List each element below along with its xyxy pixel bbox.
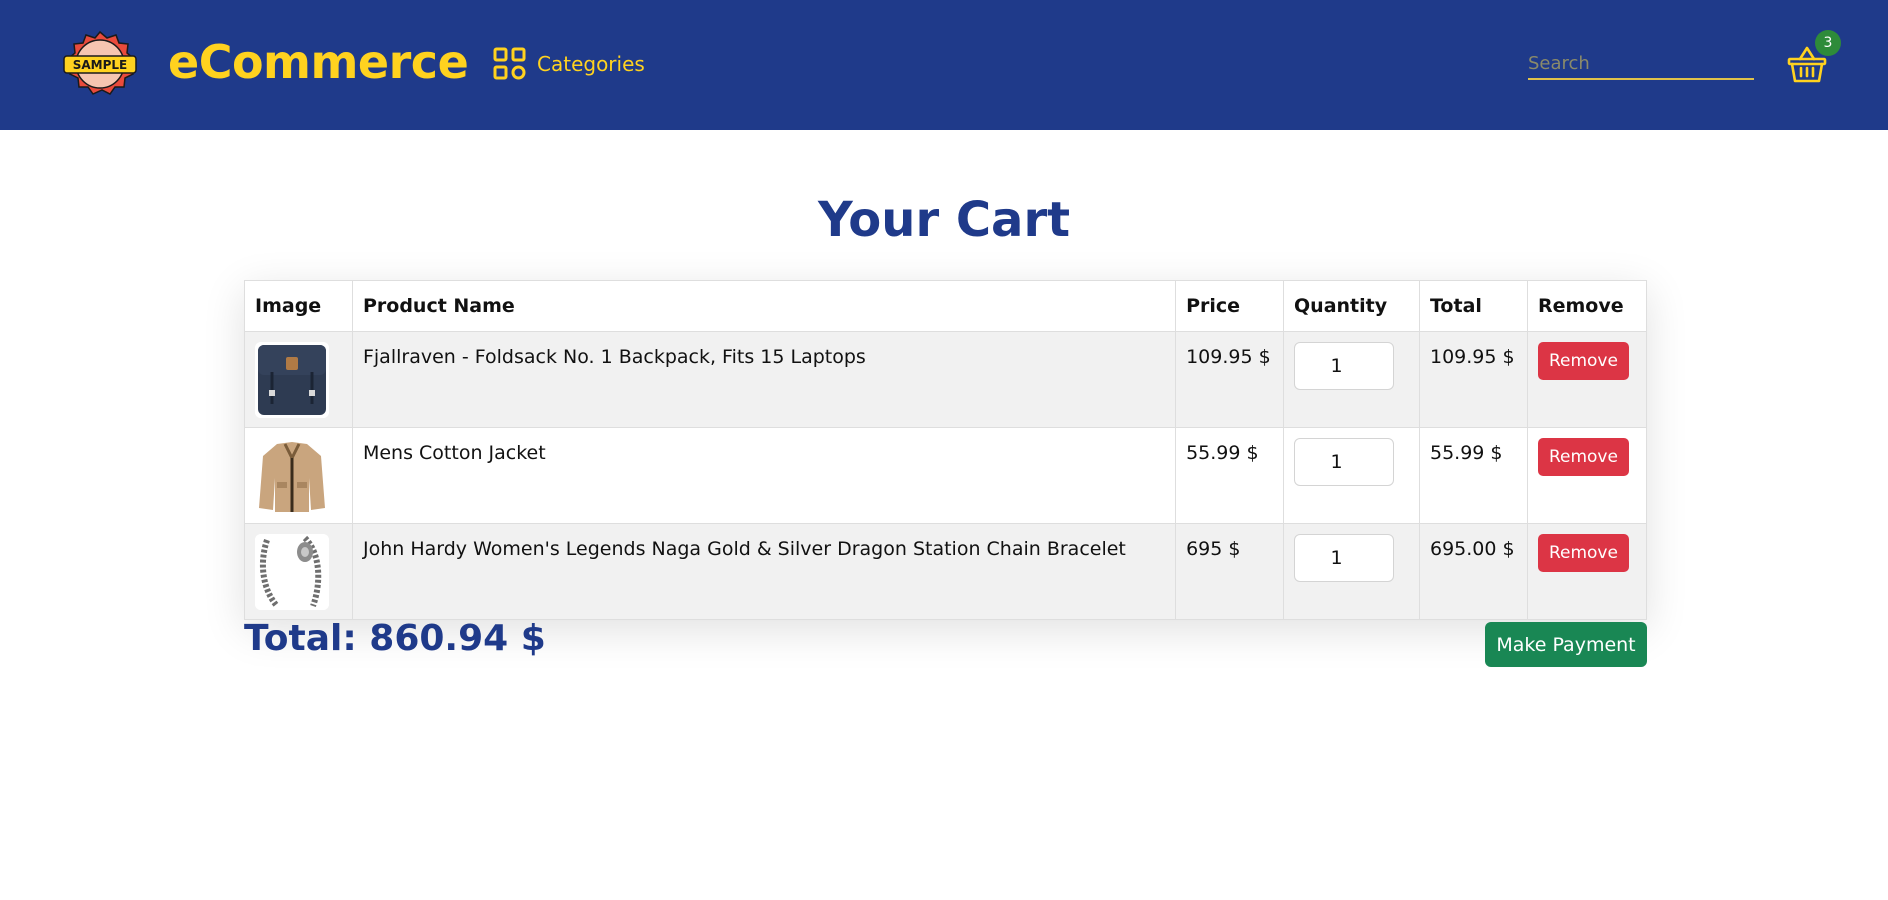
column-header-quantity: Quantity <box>1283 280 1420 332</box>
column-header-remove: Remove <box>1526 280 1648 332</box>
price-cell: 695 $ <box>1175 523 1285 620</box>
categories-menu[interactable]: Categories <box>493 45 645 83</box>
quantity-cell <box>1283 427 1420 524</box>
remove-button[interactable]: Remove <box>1537 438 1629 476</box>
image-cell <box>244 331 353 428</box>
total-cell: 695.00 $ <box>1419 523 1528 620</box>
table-row: Mens Cotton Jacket 55.99 $ 55.99 $ Remov… <box>244 427 1648 524</box>
quantity-input[interactable] <box>1294 534 1395 582</box>
brand-title[interactable]: eCommerce <box>168 32 469 92</box>
table-header-row: Image Product Name Price Quantity Total … <box>244 280 1648 332</box>
cart-total: Total: 860.94 $ <box>244 618 546 659</box>
search-box <box>1528 48 1754 80</box>
sample-logo[interactable]: SAMPLE <box>62 30 138 98</box>
quantity-input[interactable] <box>1294 342 1395 390</box>
cart-table: Image Product Name Price Quantity Total … <box>244 280 1648 620</box>
total-cell: 109.95 $ <box>1419 331 1528 428</box>
page-title: Your Cart <box>817 192 1071 248</box>
image-cell <box>244 427 353 524</box>
cart-count-badge: 3 <box>1815 30 1841 56</box>
remove-cell: Remove <box>1526 427 1648 524</box>
quantity-cell <box>1283 523 1420 620</box>
column-header-price: Price <box>1175 280 1285 332</box>
remove-button[interactable]: Remove <box>1537 342 1629 380</box>
product-name-cell: John Hardy Women's Legends Naga Gold & S… <box>351 523 1177 620</box>
categories-label: Categories <box>537 52 645 76</box>
bracelet-image[interactable] <box>255 534 329 610</box>
image-cell <box>244 523 353 620</box>
product-name-cell: Mens Cotton Jacket <box>351 427 1177 524</box>
search-input[interactable] <box>1528 48 1754 78</box>
column-header-image: Image <box>244 280 353 332</box>
price-cell: 109.95 $ <box>1175 331 1285 428</box>
product-name-cell: Fjallraven - Foldsack No. 1 Backpack, Fi… <box>351 331 1177 428</box>
quantity-cell <box>1283 331 1420 428</box>
quantity-input[interactable] <box>1294 438 1395 486</box>
remove-button[interactable]: Remove <box>1537 534 1629 572</box>
logo-text: SAMPLE <box>73 58 128 72</box>
jacket-image[interactable] <box>255 438 329 514</box>
table-row: John Hardy Women's Legends Naga Gold & S… <box>244 523 1648 620</box>
price-cell: 55.99 $ <box>1175 427 1285 524</box>
grid-icon <box>493 47 526 80</box>
navbar: SAMPLE eCommerce Categories 3 <box>0 0 1888 130</box>
make-payment-button[interactable]: Make Payment <box>1485 622 1647 667</box>
table-row: Fjallraven - Foldsack No. 1 Backpack, Fi… <box>244 331 1648 428</box>
column-header-product-name: Product Name <box>351 280 1177 332</box>
remove-cell: Remove <box>1526 331 1648 428</box>
cart-table-card: Image Product Name Price Quantity Total … <box>244 280 1648 620</box>
total-cell: 55.99 $ <box>1419 427 1528 524</box>
column-header-total: Total <box>1419 280 1528 332</box>
remove-cell: Remove <box>1526 523 1648 620</box>
backpack-image[interactable] <box>255 342 329 418</box>
